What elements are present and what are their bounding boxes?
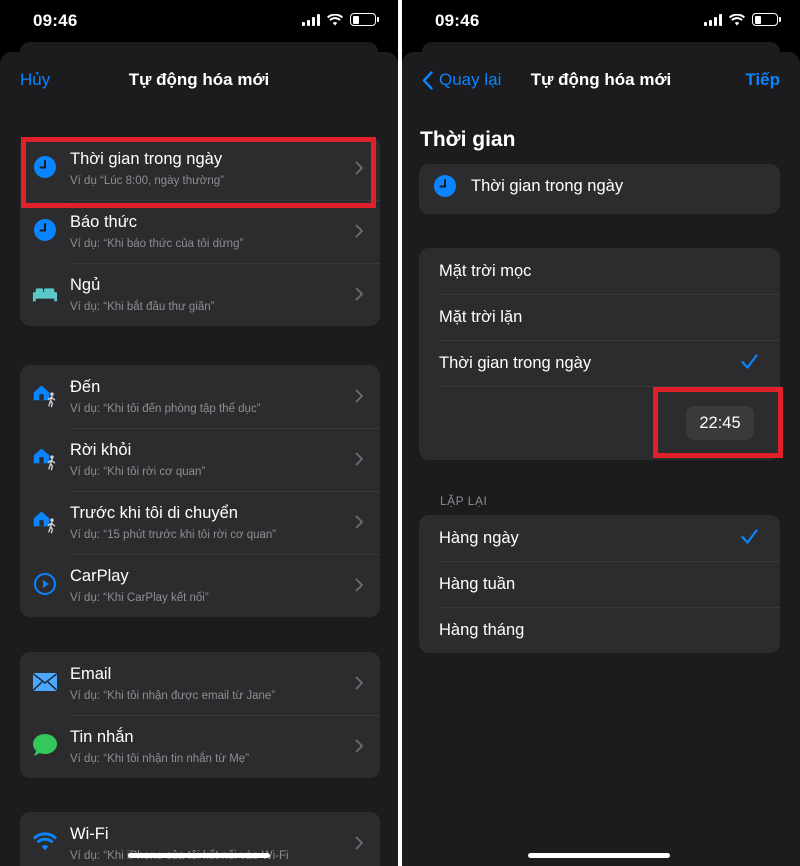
cancel-button[interactable]: Hủy — [20, 70, 50, 90]
trigger-subtitle: Ví dụ: “Khi tôi đến phòng tập thể dục” — [70, 403, 261, 415]
carplay-icon — [32, 571, 58, 597]
clock-icon — [434, 175, 456, 197]
clock-icon — [32, 154, 58, 180]
repeat-options-list: Hàng ngày Hàng tuần Hàng tháng — [419, 515, 780, 653]
nav-bar: Hủy Tự động hóa mới — [0, 52, 398, 108]
chevron-right-icon — [355, 287, 363, 301]
trigger-subtitle: Ví dụ: “Khi tôi rời cơ quan” — [70, 466, 206, 478]
chevron-right-icon — [355, 515, 363, 529]
option-row[interactable]: Hàng ngày — [419, 515, 780, 561]
trigger-row[interactable]: Báo thức Ví dụ: “Khi báo thức của tôi dừn… — [20, 200, 380, 263]
page-title: Tự động hóa mới — [128, 70, 270, 89]
nav-bar: Quay lại Tự động hóa mới Tiếp — [402, 52, 800, 108]
chevron-right-icon — [355, 224, 363, 238]
trigger-title: Email — [70, 665, 112, 683]
wifi-icon — [32, 829, 58, 855]
chevron-right-icon — [355, 676, 363, 690]
back-button[interactable]: Quay lại — [422, 70, 501, 90]
section-title: Thời gian — [420, 128, 516, 151]
home-walk-icon — [32, 382, 58, 408]
option-label: Mặt trời lặn — [439, 308, 523, 326]
trigger-row[interactable]: Ngủ Ví dụ: “Khi bắt đầu thư giãn” — [20, 263, 380, 326]
chevron-right-icon — [355, 739, 363, 753]
option-row[interactable]: Hàng tháng — [419, 607, 780, 653]
status-bar: 09:46 — [0, 0, 398, 42]
option-label: Hàng tuần — [439, 575, 516, 593]
chevron-right-icon — [355, 578, 363, 592]
trigger-row[interactable]: Thời gian trong ngày Ví dụ “Lúc 8:00, ngà… — [20, 137, 380, 200]
bed-icon — [32, 280, 58, 306]
status-time: 09:46 — [33, 11, 78, 30]
trigger-title: Thời gian trong ngày — [70, 150, 223, 168]
chevron-left-icon — [422, 70, 433, 90]
trigger-row[interactable]: Tin nhắn Ví dụ: “Khi tôi nhận tin nhắn từ… — [20, 715, 380, 778]
option-row[interactable]: Mặt trời mọc — [419, 248, 780, 294]
trigger-group: Email Ví dụ: “Khi tôi nhận được email từ … — [20, 652, 380, 778]
trigger-subtitle: Ví dụ: “Khi CarPlay kết nối” — [70, 592, 209, 604]
trigger-title: Tin nhắn — [70, 728, 134, 746]
cellular-signal-icon — [302, 13, 320, 26]
trigger-title: Đến — [70, 378, 101, 396]
battery-icon — [752, 13, 781, 26]
option-row[interactable]: Mặt trời lặn — [419, 294, 780, 340]
battery-icon — [350, 13, 379, 26]
next-button[interactable]: Tiếp — [745, 70, 780, 90]
selected-trigger-card[interactable]: Thời gian trong ngày — [419, 164, 780, 214]
home-walk-icon — [32, 508, 58, 534]
chevron-right-icon — [355, 161, 363, 175]
trigger-subtitle: Ví dụ: “Khi tôi nhận tin nhắn từ Mẹ” — [70, 753, 250, 765]
option-label: Mặt trời mọc — [439, 262, 532, 280]
status-bar: 09:46 — [402, 0, 800, 42]
checkmark-icon — [741, 529, 758, 544]
trigger-row[interactable]: CarPlay Ví dụ: “Khi CarPlay kết nối” — [20, 554, 380, 617]
wifi-status-icon — [327, 13, 343, 25]
status-time: 09:46 — [435, 11, 480, 30]
clock-icon — [32, 217, 58, 243]
home-indicator — [528, 853, 670, 858]
trigger-title: Wi-Fi — [70, 825, 109, 843]
mail-icon — [32, 669, 58, 695]
trigger-title: CarPlay — [70, 567, 129, 585]
option-label: Thời gian trong ngày — [439, 354, 592, 372]
back-label: Quay lại — [439, 70, 502, 89]
trigger-row[interactable]: Email Ví dụ: “Khi tôi nhận được email từ … — [20, 652, 380, 715]
trigger-row[interactable]: Rời khỏi Ví dụ: “Khi tôi rời cơ quan” — [20, 428, 380, 491]
trigger-title: Rời khỏi — [70, 441, 132, 459]
left-screen: 09:46 Hủy Tự động hóa mới Thời gian tron… — [0, 0, 398, 866]
time-options-list: Mặt trời mọc Mặt trời lặn Thời gian trong … — [419, 248, 780, 460]
new-automation-sheet: Hủy Tự động hóa mới Thời gian trong ngày… — [0, 52, 398, 866]
option-label: Hàng ngày — [439, 529, 519, 547]
option-row[interactable]: Thời gian trong ngày — [419, 340, 780, 386]
trigger-group: Đến Ví dụ: “Khi tôi đến phòng tập thể dục… — [20, 365, 380, 617]
trigger-subtitle: Ví dụ: “Khi báo thức của tôi dừng” — [70, 238, 244, 250]
wifi-status-icon — [729, 13, 745, 25]
message-icon — [32, 732, 58, 758]
trigger-group: Thời gian trong ngày Ví dụ “Lúc 8:00, ngà… — [20, 137, 380, 326]
time-picker-row: 22:45 — [419, 386, 780, 460]
option-label: Hàng tháng — [439, 621, 525, 639]
repeat-caption: LẶP LẠI — [440, 494, 488, 508]
trigger-row[interactable]: Đến Ví dụ: “Khi tôi đến phòng tập thể dục… — [20, 365, 380, 428]
right-screen: 09:46 Quay lại Tự động hóa mới Tiếp Thời… — [402, 0, 800, 866]
trigger-subtitle: Ví dụ: “Khi bắt đầu thư giãn” — [70, 301, 215, 313]
trigger-title: Ngủ — [70, 276, 101, 294]
home-walk-icon — [32, 445, 58, 471]
home-indicator — [128, 853, 270, 858]
trigger-title: Trước khi tôi di chuyển — [70, 504, 238, 522]
trigger-subtitle: Ví dụ: “Khi tôi nhận được email từ Jane” — [70, 690, 276, 702]
selected-trigger-label: Thời gian trong ngày — [471, 176, 624, 195]
chevron-right-icon — [355, 452, 363, 466]
time-picker-button[interactable]: 22:45 — [686, 406, 754, 440]
checkmark-icon — [741, 354, 758, 369]
time-settings-sheet: Quay lại Tự động hóa mới Tiếp Thời gian … — [402, 52, 800, 866]
cellular-signal-icon — [704, 13, 722, 26]
trigger-row[interactable]: Trước khi tôi di chuyển Ví dụ: “15 phút t… — [20, 491, 380, 554]
trigger-subtitle: Ví dụ: “15 phút trước khi tôi rời cơ qua… — [70, 529, 277, 541]
trigger-title: Báo thức — [70, 213, 137, 231]
chevron-right-icon — [355, 389, 363, 403]
trigger-subtitle: Ví dụ “Lúc 8:00, ngày thường” — [70, 175, 224, 187]
chevron-right-icon — [355, 836, 363, 850]
option-row[interactable]: Hàng tuần — [419, 561, 780, 607]
